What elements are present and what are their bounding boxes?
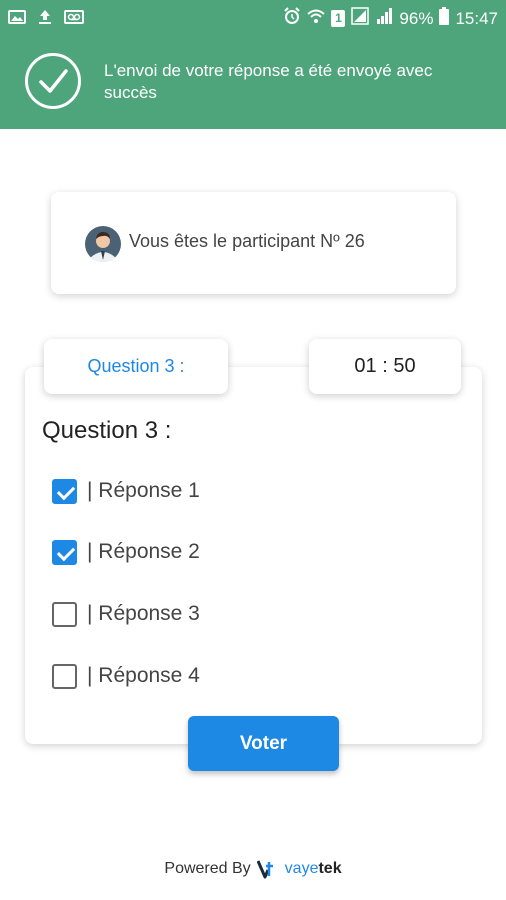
question-tab: Question 3 : bbox=[44, 339, 228, 394]
countdown-timer: 01 : 50 bbox=[309, 339, 461, 394]
image-icon bbox=[8, 9, 26, 25]
clock: 15:47 bbox=[455, 8, 498, 28]
voicemail-icon bbox=[64, 9, 84, 25]
answer-label: | Réponse 4 bbox=[87, 664, 200, 687]
vayetek-logo-icon bbox=[256, 858, 279, 880]
answer-checkbox[interactable] bbox=[52, 601, 77, 627]
answer-label: | Réponse 1 bbox=[87, 479, 200, 502]
success-banner: 1 96% 15:47 L'envoi de votre réponse a é… bbox=[0, 0, 506, 129]
answer-option-4[interactable]: | Réponse 4 bbox=[52, 662, 200, 690]
answer-option-1[interactable]: | Réponse 1 bbox=[52, 477, 200, 505]
success-message: L'envoi de votre réponse a été envoyé av… bbox=[104, 61, 433, 102]
participant-card: Vous êtes le participant Nº 26 bbox=[51, 192, 456, 294]
upload-icon bbox=[36, 9, 54, 25]
answer-label: | Réponse 3 bbox=[87, 602, 200, 625]
check-circle-icon bbox=[25, 53, 81, 109]
wifi-icon bbox=[307, 7, 326, 30]
powered-by-text: Powered By bbox=[164, 860, 251, 877]
answer-option-3[interactable]: | Réponse 3 bbox=[52, 600, 200, 628]
status-bar: 1 96% 15:47 bbox=[0, 0, 506, 36]
alarm-icon bbox=[283, 7, 301, 30]
sim-icon: 1 bbox=[331, 10, 346, 27]
signal-icon bbox=[375, 7, 393, 30]
signal-icon bbox=[351, 7, 370, 30]
answer-option-2[interactable]: | Réponse 2 bbox=[52, 538, 200, 566]
answer-checkbox[interactable] bbox=[52, 663, 77, 689]
question-title: Question 3 : bbox=[42, 417, 172, 444]
participant-number: Vous êtes le participant Nº 26 bbox=[129, 231, 365, 251]
vote-button[interactable]: Voter bbox=[188, 716, 339, 771]
brand-name: vayetek bbox=[284, 860, 342, 877]
answer-checkbox[interactable] bbox=[52, 539, 77, 565]
footer: Powered By vayetek bbox=[0, 858, 506, 880]
user-avatar-icon bbox=[85, 226, 121, 262]
battery-percent: 96% bbox=[399, 8, 434, 28]
answer-label: | Réponse 2 bbox=[87, 540, 200, 563]
battery-icon bbox=[439, 7, 450, 30]
answer-checkbox[interactable] bbox=[52, 478, 77, 504]
